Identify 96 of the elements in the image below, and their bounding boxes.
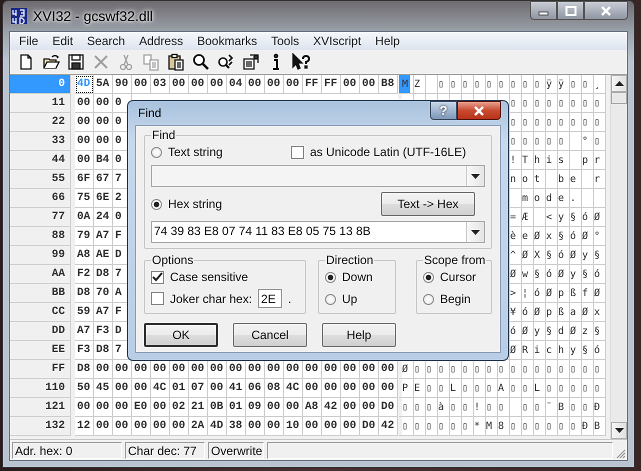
address-cell: FF	[10, 360, 71, 379]
hex-cell: 00	[246, 416, 265, 436]
hex-combo-field[interactable]: 74 39 83 E8 07 74 11 83 E8 05 75 13 8B	[151, 221, 485, 243]
group-label: Find	[151, 128, 176, 142]
hex-cell: 00	[303, 416, 322, 436]
menu-item[interactable]: Bookmarks	[190, 34, 264, 48]
dialog-button[interactable]: Help	[322, 323, 396, 347]
option-label: Hex string	[168, 197, 222, 211]
close-button[interactable]	[457, 101, 501, 120]
radio-button[interactable]	[325, 272, 336, 282]
address-cell: EE	[10, 340, 71, 360]
status-panel: Char dec: 77	[125, 442, 205, 458]
scroll-down-icon[interactable]	[611, 422, 627, 440]
hex-cell: 4D	[208, 416, 227, 436]
close-button[interactable]	[584, 1, 628, 20]
menu-item[interactable]: Help	[368, 34, 407, 48]
group-label: Direction	[325, 253, 374, 267]
address-cell: DD	[10, 322, 71, 341]
joker-suffix: .	[288, 292, 292, 306]
address-cell: 132	[10, 416, 71, 436]
menu-item[interactable]: Address	[132, 34, 190, 48]
maximize-button[interactable]	[557, 1, 584, 20]
hex-cell: 38	[227, 416, 246, 436]
close-icon	[472, 106, 486, 116]
hex-cell: 00	[341, 416, 360, 436]
option-label: Cursor	[440, 270, 476, 284]
hex-cell: 00	[151, 416, 170, 436]
maximize-icon	[564, 6, 576, 16]
radio-button[interactable]	[151, 146, 162, 158]
group-label: Scope from	[423, 253, 486, 267]
option-label: Case sensitive	[170, 270, 248, 284]
dropdown-icon[interactable]	[466, 166, 484, 186]
menu-item[interactable]: Search	[80, 34, 132, 48]
address-cell: CC	[10, 302, 71, 322]
option-label: Down	[342, 270, 373, 284]
option-label: Joker char hex:	[170, 292, 252, 306]
close-icon	[599, 6, 613, 16]
checkbox[interactable]	[151, 270, 164, 284]
hex-cell: 00	[170, 416, 189, 436]
address-cell: BB	[10, 284, 71, 303]
address-cell: 22	[10, 112, 71, 132]
menu-item[interactable]: Edit	[45, 34, 80, 48]
radio-button[interactable]	[325, 294, 336, 304]
hex-cell: D0	[360, 416, 379, 436]
hex-cell: 10	[284, 416, 303, 436]
text-to-hex-button[interactable]: Text -> Hex	[381, 192, 475, 216]
address-cell: 55	[10, 170, 71, 189]
hex-cell: 00	[94, 416, 113, 436]
resize-grip-icon[interactable]	[615, 448, 626, 459]
vertical-scrollbar[interactable]	[610, 74, 627, 440]
address-cell: 88	[10, 226, 71, 246]
dropdown-icon[interactable]	[466, 222, 484, 242]
address-cell: AA	[10, 264, 71, 284]
menu-item[interactable]: XVIscript	[306, 34, 368, 48]
minimize-button[interactable]	[530, 1, 557, 20]
window-title: XVI32 - gcswf32.dll	[33, 8, 153, 24]
text-column-row: ▯▯▯▯▯▯*M8▯▯▯▯▯▯ÐB	[398, 416, 606, 436]
checkbox[interactable]	[291, 146, 304, 158]
option-label: as Unicode Latin (UTF-16LE)	[310, 145, 466, 159]
address-cell: 99	[10, 246, 71, 265]
hex-cell: 2A	[189, 416, 208, 436]
hex-cell: 00	[322, 416, 341, 436]
radio-button[interactable]	[423, 272, 434, 282]
status-panel: Overwrite	[208, 442, 264, 458]
app-icon	[11, 8, 27, 24]
dialog-title: Find	[137, 106, 162, 120]
radio-button[interactable]	[151, 198, 162, 210]
joker-char-field[interactable]: 2E	[258, 289, 282, 308]
dialog-button[interactable]: Cancel	[233, 323, 307, 347]
menu-item[interactable]: Tools	[264, 34, 306, 48]
option-label: Begin	[440, 292, 471, 306]
scroll-thumb[interactable]	[611, 92, 627, 104]
address-cell: 121	[10, 398, 71, 417]
scroll-up-icon[interactable]	[611, 74, 627, 92]
address-cell: 0	[10, 74, 71, 94]
address-cell: 110	[10, 378, 71, 398]
address-cell: 77	[10, 208, 71, 227]
hex-cell: 12	[75, 416, 94, 436]
address-cell: 33	[10, 132, 71, 151]
checkbox[interactable]	[151, 292, 164, 305]
address-cell: 44	[10, 150, 71, 170]
menu-item[interactable]: File	[12, 34, 46, 48]
hex-cell: 00	[113, 416, 132, 436]
hex-cell: 00	[132, 416, 151, 436]
hex-cell: 42	[379, 416, 398, 436]
address-cell: 66	[10, 188, 71, 208]
status-panel: Adr. hex: 0	[12, 442, 122, 458]
hex-cell: 4D	[75, 74, 94, 94]
group-label: Options	[151, 253, 194, 267]
text-combo-field[interactable]	[151, 165, 485, 187]
option-label: Up	[342, 292, 358, 306]
radio-button[interactable]	[423, 294, 434, 304]
dialog-button[interactable]: OK	[144, 323, 218, 347]
address-cell: 11	[10, 94, 71, 113]
hex-cell: 00	[265, 416, 284, 436]
option-label: Text string	[168, 145, 223, 159]
